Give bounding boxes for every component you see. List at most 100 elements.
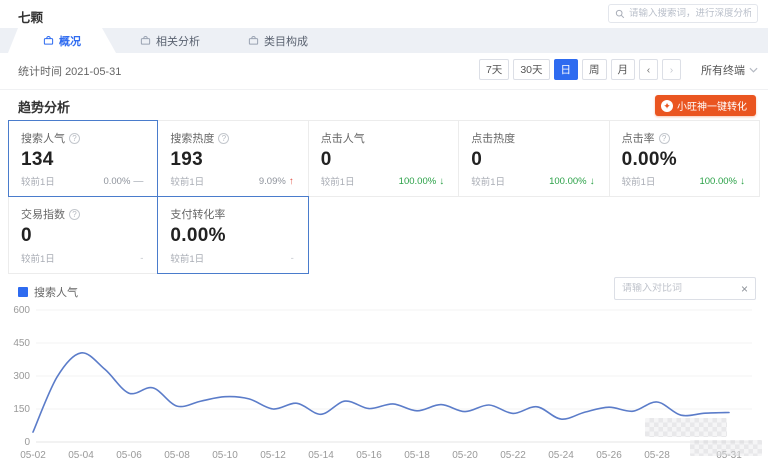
- tab-label: 相关分析: [156, 33, 200, 49]
- x-axis-label: 05-28: [644, 450, 670, 461]
- close-icon[interactable]: ×: [737, 283, 748, 295]
- x-axis-label: 05-14: [308, 450, 334, 461]
- x-axis-label: 05-26: [596, 450, 622, 461]
- change-value: 100.00%↓: [549, 176, 595, 187]
- x-axis-label: 05-18: [404, 450, 430, 461]
- briefcase-icon: [248, 35, 259, 46]
- range-button-7天[interactable]: 7天: [479, 59, 509, 80]
- metric-card-搜索人气[interactable]: 搜索人气? 134 较前1日 0.00%—: [8, 120, 158, 197]
- chevron-down-icon: [749, 67, 758, 73]
- arrow-up-icon: ↑: [289, 176, 294, 187]
- legend-swatch-icon: [18, 287, 28, 297]
- trend-section-title: 趋势分析: [18, 97, 70, 116]
- chart-legend[interactable]: 搜索人气: [18, 284, 78, 300]
- metric-label: 交易指数: [21, 206, 65, 222]
- trend-line-chart[interactable]: 015030045060005-0205-0405-0605-0805-1005…: [8, 300, 760, 466]
- metric-value: 0.00%: [170, 225, 295, 247]
- briefcase-icon: [140, 35, 151, 46]
- search-icon: [615, 9, 625, 19]
- metric-card-点击人气[interactable]: 点击人气 0 较前1日 100.00%↓: [308, 120, 459, 197]
- metric-value: 0: [21, 225, 145, 247]
- x-axis-label: 05-12: [260, 450, 286, 461]
- metric-value: 193: [170, 149, 295, 171]
- range-button-月[interactable]: 月: [611, 59, 636, 80]
- x-axis-label: 05-16: [356, 450, 382, 461]
- y-axis-label: 450: [13, 338, 30, 349]
- metric-label: 支付转化率: [170, 206, 225, 222]
- metric-card-搜索热度[interactable]: 搜索热度? 193 较前1日 9.09%↑: [157, 120, 308, 197]
- metric-label: 搜索热度: [170, 130, 214, 146]
- metric-label: 点击人气: [321, 130, 365, 146]
- range-button-日[interactable]: 日: [554, 59, 579, 80]
- tab-category-composition[interactable]: 类目构成: [224, 28, 332, 53]
- metric-card-支付转化率[interactable]: 支付转化率0.00%较前1日-: [157, 196, 308, 274]
- info-icon[interactable]: ?: [69, 209, 80, 220]
- x-axis-label: 05-02: [20, 450, 46, 461]
- change-value: -: [140, 253, 143, 264]
- watermark-blur: [645, 418, 727, 437]
- tab-label: 概况: [59, 33, 81, 49]
- change-value: 9.09%↑: [259, 176, 294, 187]
- compare-period-label: 较前1日: [321, 174, 355, 188]
- stat-time: 统计时间 2021-05-31: [18, 63, 121, 79]
- change-value: 0.00%—: [103, 176, 143, 187]
- compare-period-label: 较前1日: [471, 174, 505, 188]
- date-controls: 7天30天日周月 ‹ › 所有终端: [479, 59, 758, 80]
- search-input[interactable]: [629, 8, 751, 19]
- arrow-down-icon: ↓: [740, 176, 745, 187]
- metric-card-点击率[interactable]: 点击率? 0.00% 较前1日 100.00%↓: [609, 120, 760, 197]
- prev-period-button[interactable]: ‹: [639, 59, 658, 80]
- info-icon[interactable]: ?: [69, 133, 80, 144]
- tab-related-analysis[interactable]: 相关分析: [116, 28, 224, 53]
- x-axis-label: 05-06: [116, 450, 142, 461]
- promo-star-icon: ✦: [661, 100, 673, 112]
- promo-button-label: 小旺神一键转化: [677, 98, 747, 113]
- change-value: 100.00%↓: [399, 176, 445, 187]
- briefcase-icon: [43, 35, 54, 46]
- change-value: -: [291, 253, 294, 264]
- section-divider: [0, 89, 768, 90]
- range-button-周[interactable]: 周: [582, 59, 607, 80]
- tab-overview[interactable]: 概况: [8, 28, 116, 53]
- metric-label: 点击率: [622, 130, 655, 146]
- compare-period-label: 较前1日: [170, 174, 204, 188]
- compare-word-box[interactable]: ×: [614, 277, 756, 300]
- metric-value: 0: [471, 149, 596, 171]
- metric-card-grid: 搜索人气?134较前1日0.00%—搜索热度?193较前1日9.09%↑点击人气…: [8, 120, 760, 274]
- page-title: 七颗: [18, 7, 43, 26]
- range-button-group: 7天30天日周月: [479, 59, 635, 80]
- x-axis-label: 05-08: [164, 450, 190, 461]
- change-value: 100.00%↓: [699, 176, 745, 187]
- dash-icon: —: [133, 176, 143, 187]
- metric-value: 134: [21, 149, 145, 171]
- keyword-search-box[interactable]: [608, 4, 758, 23]
- x-axis-label: 05-22: [500, 450, 526, 461]
- metric-card-点击热度[interactable]: 点击热度 0 较前1日 100.00%↓: [458, 120, 609, 197]
- metric-card-交易指数[interactable]: 交易指数?0较前1日-: [8, 196, 158, 274]
- metric-value: 0.00%: [622, 149, 747, 171]
- metric-label: 搜索人气: [21, 130, 65, 146]
- top-bar: 七颗: [0, 0, 768, 28]
- compare-word-input[interactable]: [622, 283, 737, 294]
- trend-chart-area: 015030045060005-0205-0405-0605-0805-1005…: [8, 300, 760, 466]
- x-axis-label: 05-04: [68, 450, 94, 461]
- metric-value: 0: [321, 149, 446, 171]
- info-icon[interactable]: ?: [218, 133, 229, 144]
- tab-label: 类目构成: [264, 33, 308, 49]
- trend-line: [33, 353, 729, 432]
- arrow-down-icon: ↓: [439, 176, 444, 187]
- terminal-dropdown[interactable]: 所有终端: [701, 62, 758, 78]
- y-axis-label: 300: [13, 371, 30, 382]
- compare-period-label: 较前1日: [21, 174, 55, 188]
- y-axis-label: 600: [13, 305, 30, 316]
- x-axis-label: 05-10: [212, 450, 238, 461]
- keyword-analysis-page: 七颗 概况 相关分析: [0, 0, 768, 470]
- metric-label: 点击热度: [471, 130, 515, 146]
- x-axis-label: 05-24: [548, 450, 574, 461]
- range-button-30天[interactable]: 30天: [513, 59, 549, 80]
- date-toolbar: 统计时间 2021-05-31 7天30天日周月 ‹ › 所有终端: [0, 56, 768, 84]
- info-icon[interactable]: ?: [659, 133, 670, 144]
- next-period-button[interactable]: ›: [662, 59, 681, 80]
- compare-period-label: 较前1日: [622, 174, 656, 188]
- promo-convert-button[interactable]: ✦ 小旺神一键转化: [655, 95, 756, 116]
